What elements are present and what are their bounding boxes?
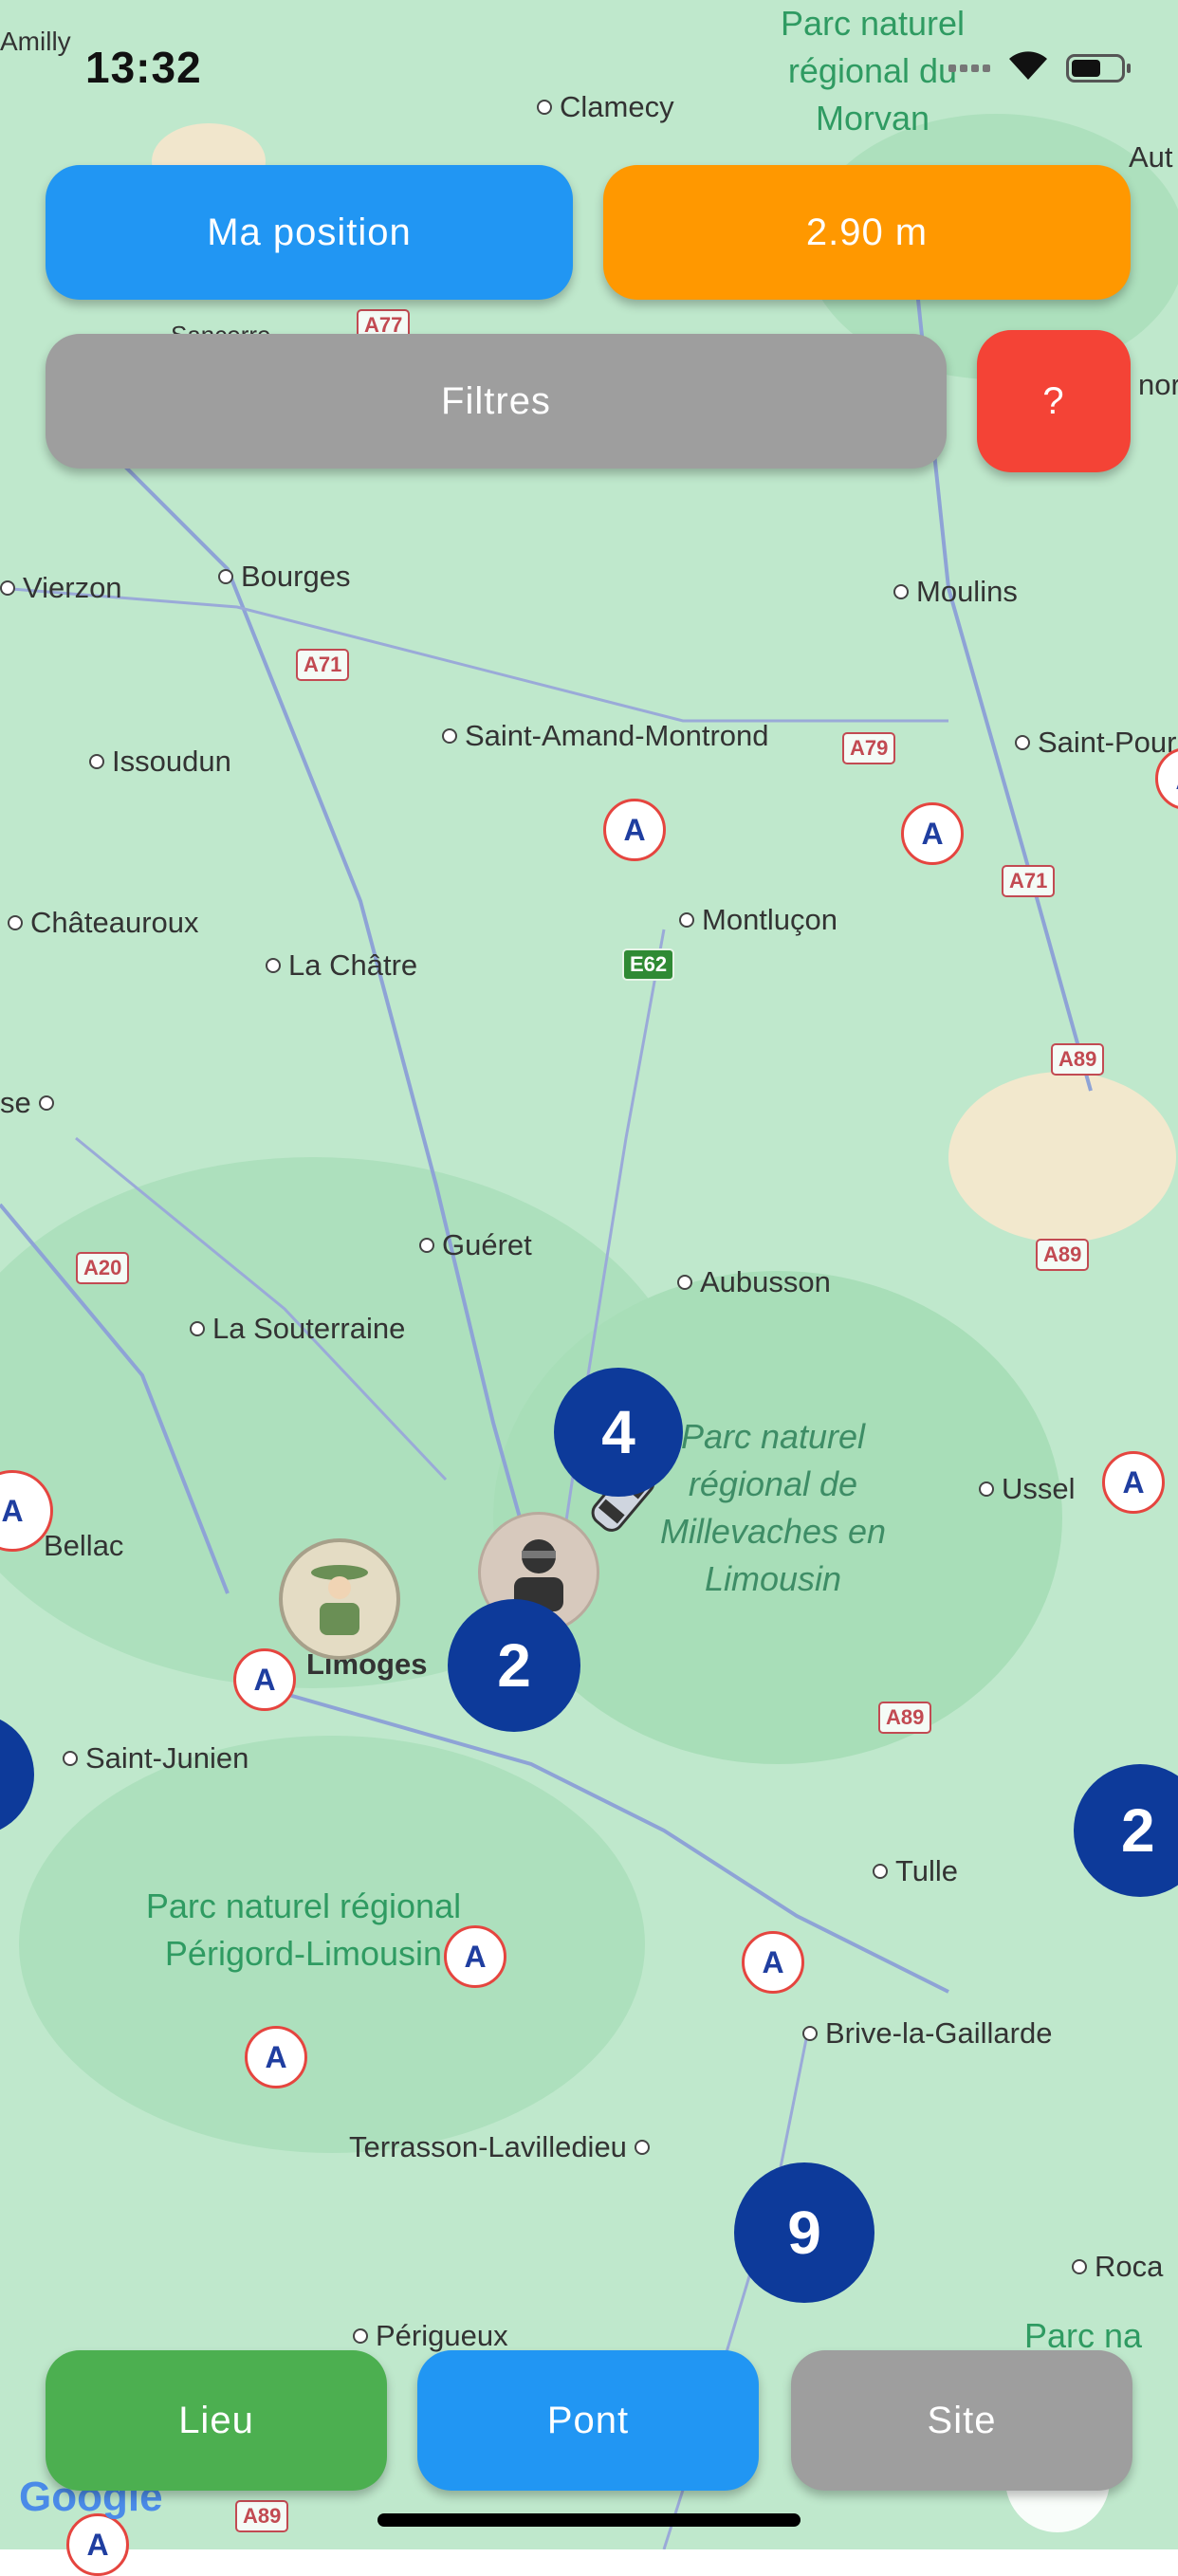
city-label: Brive-la-Gaillarde [802,2016,1052,2051]
road-shield: A71 [296,649,350,681]
city-label: Guéret [419,1228,532,1262]
city-label: Saint-Junien [63,1741,248,1776]
service-area-marker[interactable]: A [245,2026,307,2088]
city-label: Vierzon [0,571,122,605]
filters-button[interactable]: Filtres [46,334,947,469]
status-icons [948,49,1131,86]
road-shield: E62 [622,948,675,981]
city-label: Clamecy [537,90,674,124]
cluster-marker[interactable]: 9 [734,2162,874,2303]
city-label: Terrasson-Lavilledieu [349,2130,650,2164]
service-area-marker[interactable]: A [66,2513,129,2576]
service-area-marker[interactable]: A [233,1648,296,1711]
road-shield: A89 [235,2500,289,2532]
city-label: Périgueux [353,2319,508,2353]
signal-icon [948,64,990,72]
city-label: se [0,1086,54,1120]
status-time: 13:32 [85,43,202,92]
service-area-marker[interactable]: A [1102,1451,1165,1514]
city-label: Ussel [979,1472,1076,1506]
pont-button[interactable]: Pont [417,2350,759,2491]
home-indicator [377,2513,801,2527]
city-label: Amilly [0,27,71,56]
site-button[interactable]: Site [791,2350,1132,2491]
road-shield: A20 [76,1252,130,1284]
lieu-button[interactable]: Lieu [46,2350,387,2491]
service-area-marker[interactable]: A [444,1925,506,1988]
service-area-marker[interactable]: A [901,802,964,865]
road-shield: A89 [1036,1239,1090,1271]
road-shield: A71 [1002,865,1056,897]
city-label: Bellac [44,1529,124,1562]
city-label: Bourges [218,560,350,594]
vehicle-height-button[interactable]: 2.90 m [603,165,1131,300]
city-label: Aut [1129,140,1173,174]
city-label: Issoudun [89,745,231,779]
city-label: Saint-Pour [1015,726,1176,760]
service-area-marker[interactable]: A [742,1931,804,1994]
service-area-marker[interactable]: A [603,799,666,861]
cluster-marker[interactable]: 2 [448,1599,580,1732]
city-label: Roca [1072,2250,1163,2284]
city-label: Montluçon [679,903,837,937]
farmer-icon[interactable] [279,1538,400,1660]
battery-icon [1066,53,1131,83]
city-label: La Châtre [266,948,417,983]
city-label: nor [1138,368,1178,401]
city-label: La Souterraine [190,1312,405,1346]
park-label-perigord-limousin: Parc naturel régional Périgord-Limousin [145,1886,462,1973]
city-label: Saint-Amand-Montrond [442,719,769,753]
road-shield: A79 [842,732,896,764]
city-label: Châteauroux [8,906,199,940]
city-label: Tulle [873,1854,958,1888]
cluster-marker[interactable]: 4 [554,1368,683,1497]
help-button[interactable]: ? [977,330,1131,472]
park-label-millevaches: Parc naturel régional de Millevaches en … [659,1417,887,1598]
city-label: Moulins [893,575,1018,609]
wifi-icon [1007,49,1049,86]
road-shield: A89 [878,1702,932,1734]
my-position-button[interactable]: Ma position [46,165,573,300]
road-shield: A89 [1051,1043,1105,1076]
city-label: Aubusson [677,1265,831,1299]
